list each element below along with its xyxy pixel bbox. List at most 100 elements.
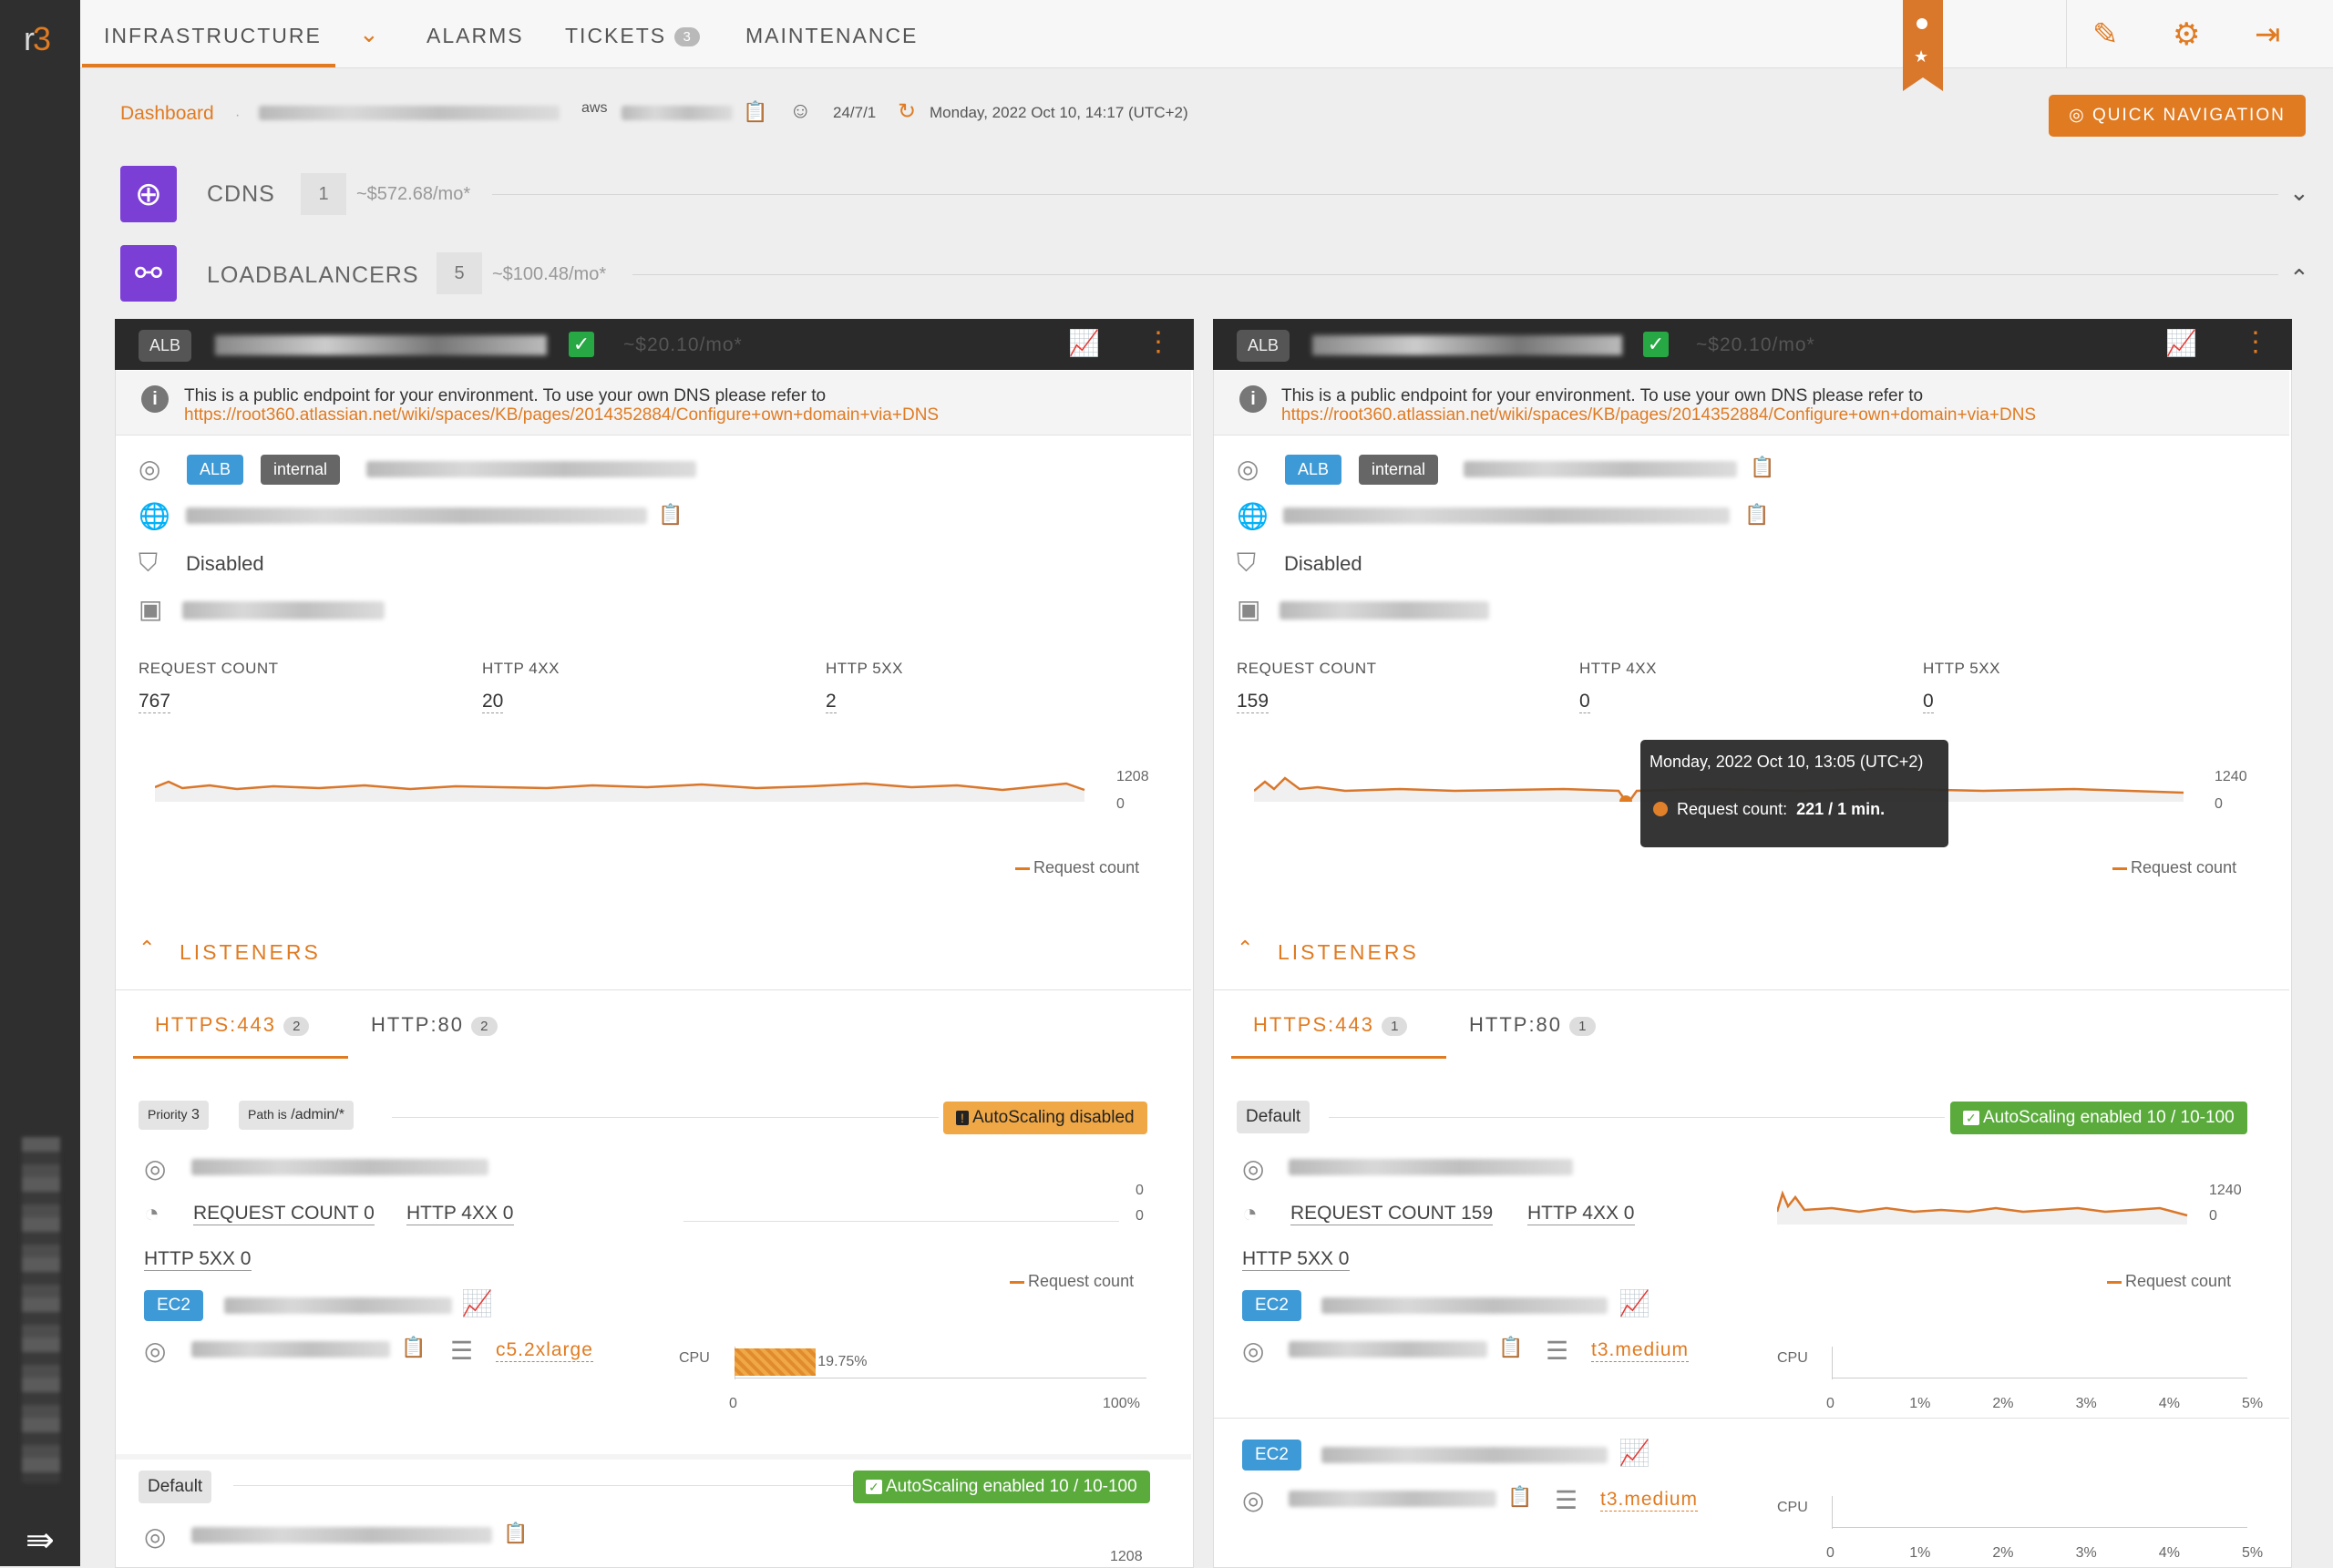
tab-tickets[interactable]: TICKETS 3 [565, 24, 700, 48]
rule-http4xx[interactable]: HTTP 4XX 0 [1527, 1203, 1635, 1225]
dns-docs-link[interactable]: https://root360.atlassian.net/wiki/space… [1281, 405, 2036, 425]
quick-navigation-button[interactable]: ◎ QUICK NAVIGATION [2049, 95, 2306, 137]
metrics-chart-icon[interactable]: 📈 [1068, 328, 1100, 358]
copy-icon[interactable]: 📋 [1750, 456, 1774, 479]
chevron-up-icon[interactable]: ⌃ [139, 937, 155, 960]
instance-type[interactable]: t3.medium [1600, 1489, 1699, 1512]
path-label: Path is [248, 1107, 287, 1122]
chevron-up-icon[interactable]: ⌃ [2289, 264, 2309, 292]
tooltip-time: Monday, 2022 Oct 10, 13:05 (UTC+2) [1650, 753, 1924, 771]
section-title-cdns[interactable]: CDNS [207, 181, 275, 208]
server-icon: ☰ [1546, 1337, 1569, 1365]
info-icon: i [141, 385, 169, 413]
tab-count: 1 [1382, 1016, 1408, 1036]
cpu-tick-label: 0 [1826, 1545, 1835, 1561]
request-count-sparkline[interactable] [155, 765, 1094, 802]
dns-docs-link[interactable]: https://root360.atlassian.net/wiki/space… [184, 405, 939, 425]
metrics-chart-icon[interactable]: 📈 [1619, 1288, 1650, 1318]
divider [116, 989, 1191, 990]
instance-type[interactable]: t3.medium [1591, 1339, 1690, 1362]
tab-maintenance[interactable]: MAINTENANCE [745, 24, 918, 48]
copy-icon[interactable]: 📋 [401, 1336, 426, 1359]
magic-wand-icon[interactable]: ✎ [2092, 16, 2119, 53]
warning-icon: ! [956, 1111, 969, 1125]
quick-navigation-label: QUICK NAVIGATION [2092, 106, 2286, 125]
rule-http5xx[interactable]: HTTP 5XX 0 [1242, 1248, 1350, 1271]
rule-request-count[interactable]: REQUEST COUNT 0 [193, 1203, 375, 1225]
tab-alarms[interactable]: ALARMS [427, 24, 524, 48]
section-title-loadbalancers[interactable]: LOADBALANCERS [207, 262, 419, 289]
user-settings-icon[interactable]: ⚙ [2173, 16, 2200, 53]
loadbalancer-name-redacted[interactable] [1312, 335, 1622, 355]
instance-id-redacted [1289, 1491, 1496, 1507]
listener-tab-https[interactable]: HTTPS:443 2 [155, 1013, 310, 1037]
tab-tickets-label: TICKETS [565, 24, 667, 47]
request-count-value[interactable]: 159 [1237, 691, 1269, 713]
more-options-icon[interactable]: ⋮ [2242, 326, 2269, 358]
bookmark-ribbon-icon[interactable]: ★ [1903, 0, 1943, 91]
certificate-icon: ▣ [139, 595, 163, 623]
divider [1329, 1117, 1945, 1118]
info-icon: i [1239, 385, 1267, 413]
copy-icon[interactable]: 📋 [1498, 1336, 1523, 1359]
http5xx-value[interactable]: 2 [826, 691, 837, 713]
rule-request-count[interactable]: REQUEST COUNT 159 [1290, 1203, 1494, 1225]
tab-count: 2 [283, 1016, 310, 1036]
rule-http5xx[interactable]: HTTP 5XX 0 [144, 1248, 252, 1271]
rule-http4xx[interactable]: HTTP 4XX 0 [406, 1203, 514, 1225]
listener-tab-https[interactable]: HTTPS:443 1 [1253, 1013, 1408, 1037]
divider [1214, 989, 2289, 990]
top-navigation [80, 0, 2333, 68]
rule-chart-legend[interactable]: Request count [2107, 1272, 2231, 1291]
more-options-icon[interactable]: ⋮ [1145, 326, 1172, 358]
expand-menu-icon[interactable]: ⇛ [26, 1520, 55, 1561]
copy-icon[interactable]: 📋 [503, 1522, 528, 1545]
cpu-axis [1832, 1347, 1833, 1379]
shield-off-icon: ⛉ [139, 548, 159, 577]
listener-tab-http[interactable]: HTTP:80 1 [1469, 1013, 1596, 1037]
chevron-up-icon[interactable]: ⌃ [1237, 937, 1253, 960]
autoscaling-label: AutoScaling enabled 10 / 10-100 [885, 1477, 1137, 1496]
metric-label: HTTP 4XX [482, 660, 560, 677]
app-logo[interactable]: r3 [24, 20, 51, 58]
http4xx-value[interactable]: 20 [482, 691, 504, 713]
chart-tooltip: Monday, 2022 Oct 10, 13:05 (UTC+2) Reque… [1640, 740, 1948, 847]
listeners-heading[interactable]: LISTENERS [1278, 940, 1419, 965]
chart-legend[interactable]: Request count [1015, 858, 1139, 877]
enabled-checkbox[interactable]: ✓ [1643, 332, 1669, 357]
chart-min-label: 0 [2215, 796, 2223, 812]
copy-icon[interactable]: 📋 [743, 100, 767, 124]
copy-icon[interactable]: 📋 [1507, 1485, 1532, 1509]
metrics-chart-icon[interactable]: 📈 [1619, 1438, 1650, 1468]
section-count: 1 [301, 173, 346, 215]
request-count-value[interactable]: 767 [139, 691, 171, 713]
rule-separator [116, 1454, 1191, 1460]
certificate-icon: ▣ [1237, 595, 1261, 623]
chevron-down-icon[interactable]: ⌄ [2289, 179, 2309, 207]
chart-legend[interactable]: Request count [2112, 858, 2236, 877]
cpu-axis [1832, 1527, 2247, 1528]
chevron-down-icon[interactable]: ⌄ [359, 20, 379, 48]
instance-type[interactable]: c5.2xlarge [496, 1339, 593, 1362]
listener-tab-http[interactable]: HTTP:80 2 [371, 1013, 498, 1037]
user-avatar[interactable] [22, 1137, 60, 1483]
metrics-chart-icon[interactable]: 📈 [2165, 328, 2197, 358]
instance-id-redacted [191, 1341, 390, 1358]
http4xx-value[interactable]: 0 [1579, 691, 1590, 713]
rule-request-sparkline[interactable] [1777, 1184, 2193, 1225]
enabled-checkbox[interactable]: ✓ [569, 332, 594, 357]
cpu-label: CPU [679, 1350, 710, 1366]
metrics-chart-icon[interactable]: 📈 [461, 1288, 493, 1318]
rule-chart-legend[interactable]: Request count [1010, 1272, 1134, 1291]
loadbalancer-name-redacted[interactable] [215, 335, 547, 355]
breadcrumb-dashboard[interactable]: Dashboard [120, 103, 214, 125]
copy-icon[interactable]: 📋 [1744, 503, 1769, 527]
logout-icon[interactable]: ⇥ [2255, 16, 2281, 53]
listeners-heading[interactable]: LISTENERS [180, 940, 321, 965]
http5xx-value[interactable]: 0 [1923, 691, 1934, 713]
info-text: This is a public endpoint for your envir… [184, 386, 827, 405]
copy-icon[interactable]: 📋 [658, 503, 683, 527]
tab-infrastructure[interactable]: INFRASTRUCTURE [104, 24, 322, 48]
globe-icon: 🌐 [1237, 502, 1269, 530]
cpu-usage-bar[interactable] [735, 1348, 817, 1376]
